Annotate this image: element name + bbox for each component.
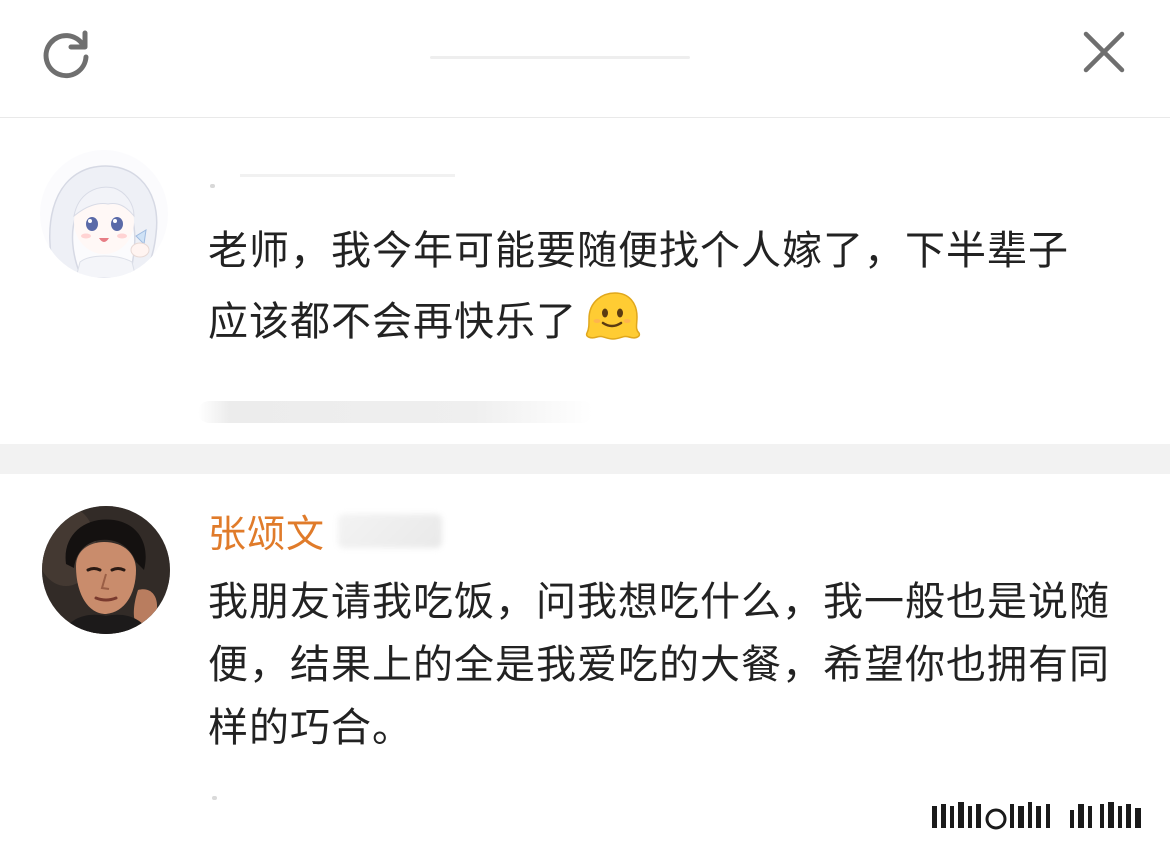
comment-item: 张颂文 我朋友请我吃饭，问我想吃什么，我一般也是说随便，结果上的全是我爱吃的大餐… <box>0 474 1170 855</box>
comment-thread-page: 老师，我今年可能要随便找个人嫁了，下半辈子应该都不会再快乐了 张颂文 我朋友请我… <box>0 0 1170 855</box>
author-badge-redacted <box>338 514 442 548</box>
comment-item: 老师，我今年可能要随便找个人嫁了，下半辈子应该都不会再快乐了 <box>0 118 1170 444</box>
avatar[interactable] <box>40 150 168 278</box>
username-mark <box>210 184 215 188</box>
refresh-icon[interactable] <box>38 27 94 83</box>
close-icon[interactable] <box>1080 28 1128 76</box>
comment-text: 我朋友请我吃饭，问我想吃什么，我一般也是说随便，结果上的全是我爱吃的大餐，希望你… <box>208 579 1110 751</box>
header-title-redacted <box>430 56 690 59</box>
comment-meta-redacted <box>198 401 593 423</box>
author-name[interactable]: 张颂文 <box>208 510 325 558</box>
avatar[interactable] <box>42 506 170 634</box>
top-bar <box>0 0 1170 118</box>
comment-meta-mark <box>212 796 217 800</box>
section-divider <box>0 444 1170 474</box>
username-redacted <box>240 174 455 177</box>
melting-face-emoji <box>583 291 641 364</box>
comment-text: 老师，我今年可能要随便找个人嫁了，下半辈子应该都不会再快乐了 <box>208 216 1108 364</box>
watermark-logo <box>930 800 1150 832</box>
